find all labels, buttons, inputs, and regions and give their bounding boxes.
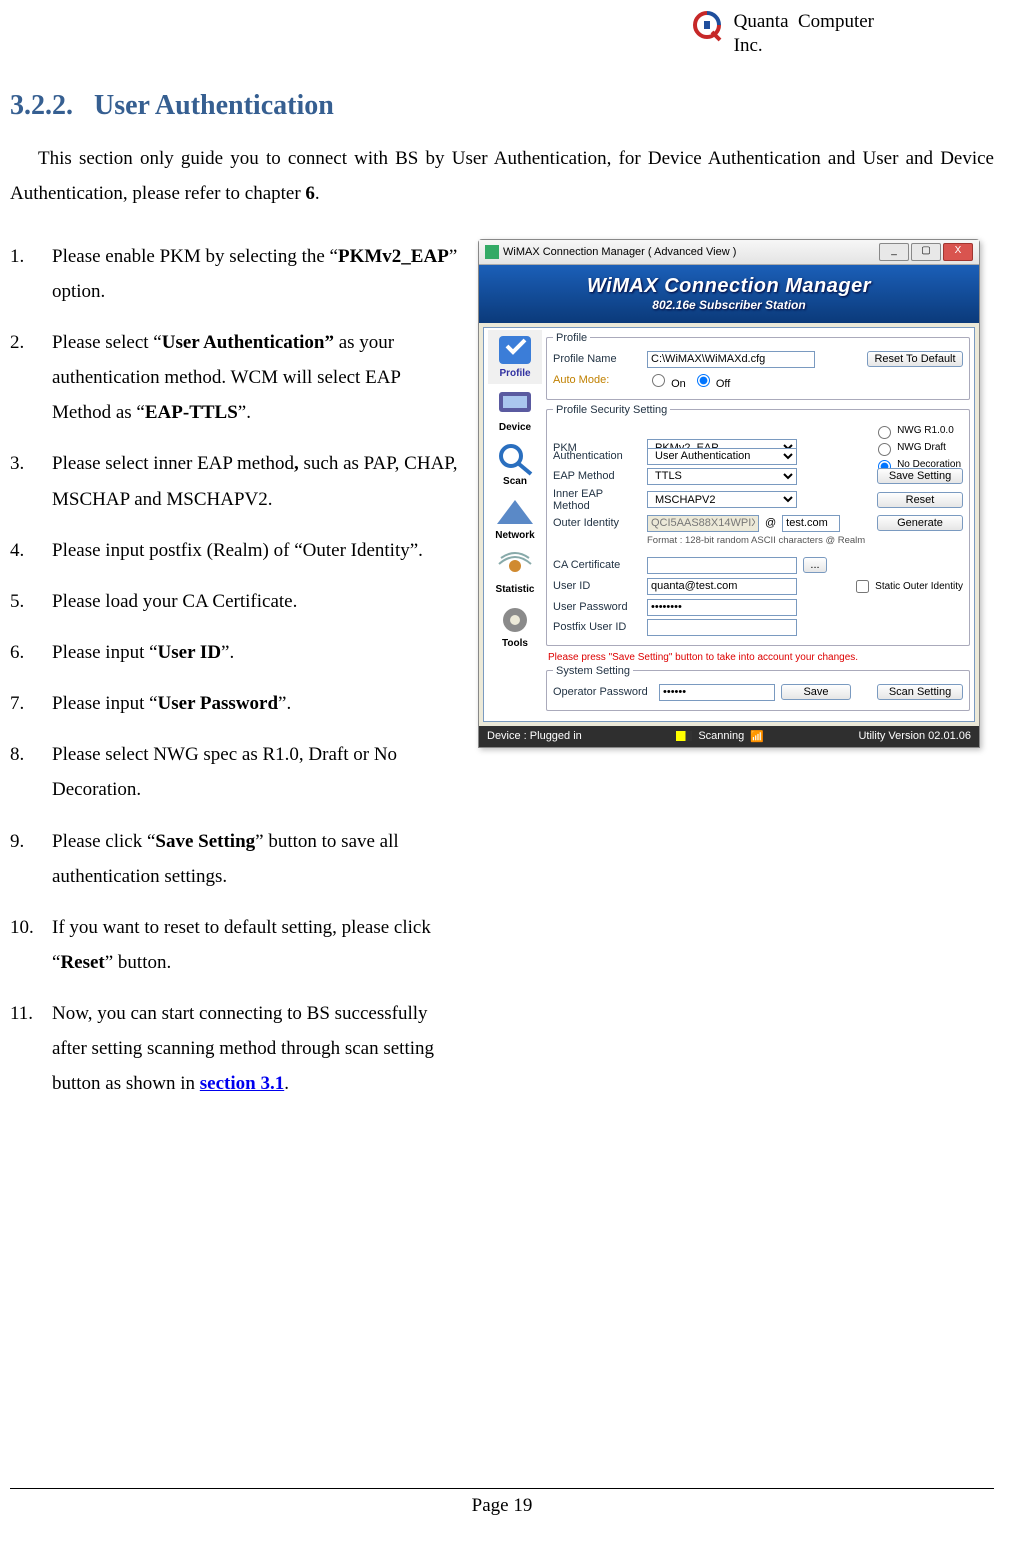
security-legend: Profile Security Setting [553,404,670,416]
signal-icon [676,731,692,741]
ca-cert-label: CA Certificate [553,559,641,571]
system-group: System Setting Operator Password Save Sc… [546,665,970,711]
utility-version: Utility Version 02.01.06 [858,730,971,742]
section-number: 3.2.2. [10,90,73,121]
ca-cert-input[interactable] [647,557,797,574]
intro-paragraph: This section only guide you to connect w… [10,141,994,211]
app-sidebar: Profile Device Scan Network [488,330,542,715]
step-item: Please input “User ID”. [10,635,458,670]
generate-button[interactable]: Generate [877,515,963,531]
page-header: Quanta Computer Inc. [10,8,994,58]
sidebar-item-statistic[interactable]: Statistic [488,546,542,600]
save-setting-button[interactable]: Save Setting [877,468,963,484]
user-password-label: User Password [553,601,641,613]
eap-label: EAP Method [553,470,641,482]
scan-icon [493,440,537,476]
auto-off-radio[interactable]: Off [692,371,731,390]
postfix-user-id-input[interactable] [647,619,797,636]
inner-eap-select[interactable]: MSCHAPV2 [647,491,797,508]
at-sign: @ [765,517,776,529]
outer-identity-label: Outer Identity [553,517,641,529]
operator-password-input[interactable] [659,684,775,701]
step-item: Please input postfix (Realm) of “Outer I… [10,533,458,568]
profile-icon [493,332,537,368]
company-name: Quanta Computer Inc. [734,10,874,58]
tools-icon [493,602,537,638]
profile-legend: Profile [553,332,590,344]
antenna-icon: 📶 [750,730,764,743]
auth-select[interactable]: User Authentication [647,448,797,465]
auth-label: Authentication [553,450,641,462]
window-titlebar[interactable]: WiMAX Connection Manager ( Advanced View… [479,240,979,265]
section-link[interactable]: section 3.1 [200,1073,284,1094]
close-button[interactable]: X [943,243,973,261]
postfix-user-id-label: Postfix User ID [553,621,641,633]
window-title: WiMAX Connection Manager ( Advanced View… [503,246,736,258]
page-footer: Page 19 [10,1488,994,1517]
sidebar-item-scan[interactable]: Scan [488,438,542,492]
profile-name-input[interactable] [647,351,815,368]
profile-group: Profile Profile Name Reset To Default Au… [546,332,970,400]
step-item: Please input “User Password”. [10,686,458,721]
step-item: Please load your CA Certificate. [10,584,458,619]
reset-default-button[interactable]: Reset To Default [867,351,963,367]
operator-password-label: Operator Password [553,686,653,698]
step-item: Now, you can start connecting to BS succ… [10,996,458,1101]
sidebar-item-network[interactable]: Network [488,492,542,546]
auto-mode-label: Auto Mode: [553,374,641,386]
minimize-button[interactable]: _ [879,243,909,261]
step-item: If you want to reset to default setting,… [10,910,458,980]
step-item: Please select NWG spec as R1.0, Draft or… [10,737,458,807]
eap-select[interactable]: TTLS [647,468,797,485]
company-logo-icon [690,10,724,42]
save-warning-note: Please press "Save Setting" button to ta… [548,652,968,663]
auto-on-radio[interactable]: On [647,371,686,390]
banner-title: WiMAX Connection Manager [587,275,871,298]
banner-subtitle: 802.16e Subscriber Station [652,298,805,312]
network-icon [493,494,537,530]
security-group: Profile Security Setting PKM PKMv2_EAP N… [546,404,970,646]
step-item: Please click “Save Setting” button to sa… [10,824,458,894]
reset-button[interactable]: Reset [877,492,963,508]
step-item: Please select “User Authentication” as y… [10,325,458,430]
maximize-button[interactable]: ▢ [911,243,941,261]
user-id-input[interactable] [647,578,797,595]
app-window: WiMAX Connection Manager ( Advanced View… [478,239,980,748]
steps-list: Please enable PKM by selecting the “PKMv… [10,239,458,1118]
static-outer-checkbox[interactable]: Static Outer Identity [852,577,963,596]
user-id-label: User ID [553,580,641,592]
profile-name-label: Profile Name [553,353,641,365]
sidebar-item-device[interactable]: Device [488,384,542,438]
step-item: Please select inner EAP method, such as … [10,446,458,516]
system-save-button[interactable]: Save [781,684,851,700]
step-item: Please enable PKM by selecting the “PKMv… [10,239,458,309]
app-banner: WiMAX Connection Manager 802.16e Subscri… [479,265,979,323]
realm-input[interactable] [782,515,840,532]
device-icon [493,386,537,422]
sidebar-item-tools[interactable]: Tools [488,600,542,654]
scan-setting-button[interactable]: Scan Setting [877,684,963,700]
outer-identity-input [647,515,759,532]
statistic-icon [493,548,537,584]
nwg-draft-radio[interactable]: NWG Draft [873,440,961,456]
section-heading: 3.2.2. User Authentication [10,90,994,122]
scan-status: Scanning [698,730,744,742]
system-legend: System Setting [553,665,633,677]
format-hint: Format : 128-bit random ASCII characters… [553,535,963,546]
device-status: Device : Plugged in [487,730,582,742]
app-icon [485,245,499,259]
app-statusbar: Device : Plugged in Scanning 📶 Utility V… [479,726,979,747]
nwg-r10-radio[interactable]: NWG R1.0.0 [873,423,961,439]
section-title-text: User Authentication [94,90,334,121]
inner-eap-label: Inner EAP Method [553,488,641,512]
ca-browse-button[interactable]: ... [803,557,827,573]
user-password-input[interactable] [647,599,797,616]
sidebar-item-profile[interactable]: Profile [488,330,542,384]
